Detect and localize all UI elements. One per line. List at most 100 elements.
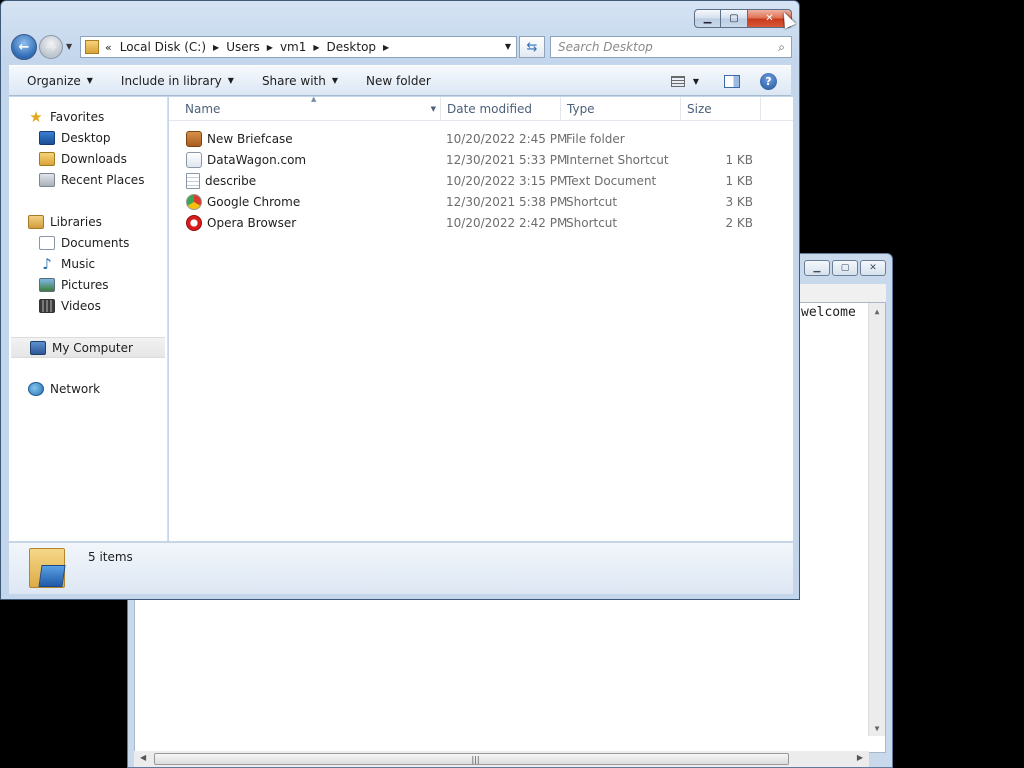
file-type-cell: Shortcut bbox=[566, 194, 618, 209]
vertical-scrollbar[interactable]: ▲ ▼ bbox=[868, 303, 885, 736]
view-options-dropdown-icon[interactable]: ▼ bbox=[693, 77, 699, 86]
libraries-icon bbox=[28, 214, 44, 229]
table-row[interactable]: New Briefcase 10/20/2022 2:45 PM File fo… bbox=[169, 128, 793, 149]
share-with-button[interactable]: Share with ▼ bbox=[252, 69, 348, 93]
pictures-icon bbox=[39, 277, 55, 292]
nav-item-network[interactable]: Network bbox=[9, 378, 167, 399]
command-bar: Organize ▼ Include in library ▼ Share with… bbox=[9, 65, 791, 96]
horizontal-scroll-thumb[interactable]: ||| bbox=[154, 753, 789, 765]
grip-icon: ||| bbox=[471, 755, 480, 764]
file-date-cell: 10/20/2022 3:15 PM bbox=[446, 173, 568, 188]
nav-item-favorites[interactable]: ★ Favorites bbox=[9, 106, 167, 127]
nav-item-pictures[interactable]: Pictures bbox=[9, 274, 167, 295]
column-filter-dropdown-icon[interactable]: ▼ bbox=[431, 105, 436, 113]
desktop: ▁ ▢ ✕ welcome ▲ ▼ ◀ ||| ▶ ▁ ▢ ✕ ← → ▼ « … bbox=[0, 0, 1024, 768]
search-icon[interactable]: ⌕ bbox=[778, 40, 785, 55]
file-rows: New Briefcase 10/20/2022 2:45 PM File fo… bbox=[169, 128, 793, 233]
nav-item-recent-places[interactable]: Recent Places bbox=[9, 169, 167, 190]
navigation-pane: ★ Favorites Desktop Downloads Recent Plac… bbox=[9, 97, 168, 541]
breadcrumb-overflow[interactable]: « bbox=[105, 41, 112, 54]
address-dropdown-icon[interactable]: ▼ bbox=[505, 42, 511, 51]
minimize-button[interactable]: ▁ bbox=[694, 9, 721, 28]
column-header-date[interactable]: Date modified bbox=[441, 97, 561, 121]
search-box[interactable]: ⌕ bbox=[550, 36, 792, 58]
videos-icon bbox=[39, 298, 55, 313]
file-name-cell[interactable]: DataWagon.com bbox=[186, 151, 306, 168]
toolbar-right: ▼ ? bbox=[670, 66, 791, 97]
breadcrumb-arrow-icon[interactable]: ▶ bbox=[313, 43, 319, 52]
breadcrumb-desktop[interactable]: Desktop ▶ bbox=[327, 40, 390, 54]
breadcrumb-vm1[interactable]: vm1 ▶ bbox=[280, 40, 320, 54]
nav-item-downloads[interactable]: Downloads bbox=[9, 148, 167, 169]
item-count: 5 items bbox=[88, 550, 133, 564]
refresh-button[interactable]: ⇆ bbox=[519, 36, 545, 58]
organize-button[interactable]: Organize ▼ bbox=[17, 69, 103, 93]
address-bar[interactable]: « Local Disk (C:) ▶ Users ▶ vm1 ▶ Desktop ▶ … bbox=[80, 36, 517, 58]
file-size-cell: 1 KB bbox=[725, 152, 753, 167]
maximize-button[interactable]: ▢ bbox=[721, 9, 748, 28]
background-maximize-button[interactable]: ▢ bbox=[832, 260, 858, 276]
text-document-icon bbox=[186, 172, 200, 189]
refresh-icon: ⇆ bbox=[526, 39, 538, 55]
back-button[interactable]: ← bbox=[11, 34, 37, 60]
table-row[interactable]: DataWagon.com 12/30/2021 5:33 PM Interne… bbox=[169, 149, 793, 170]
file-name-cell[interactable]: Opera Browser bbox=[186, 214, 296, 231]
table-row[interactable]: Google Chrome 12/30/2021 5:38 PM Shortcu… bbox=[169, 191, 793, 212]
new-folder-button[interactable]: New folder bbox=[356, 69, 441, 93]
file-date-cell: 12/30/2021 5:38 PM bbox=[446, 194, 568, 209]
breadcrumb-arrow-icon[interactable]: ▶ bbox=[383, 43, 389, 52]
nav-item-desktop[interactable]: Desktop bbox=[9, 127, 167, 148]
favorites-group: ★ Favorites Desktop Downloads Recent Plac… bbox=[9, 106, 167, 190]
nav-item-my-computer[interactable]: My Computer bbox=[11, 337, 165, 358]
file-name-cell[interactable]: describe bbox=[186, 172, 256, 189]
file-list[interactable]: ▲ Name ▼ Date modified Type Size New Brief… bbox=[169, 95, 793, 541]
background-text: welcome bbox=[801, 305, 856, 320]
explorer-window: ▁ ▢ ✕ ← → ▼ « Local Disk (C:) ▶ Users ▶ vm… bbox=[0, 0, 800, 600]
chevron-down-icon: ▼ bbox=[227, 76, 234, 85]
breadcrumb-arrow-icon[interactable]: ▶ bbox=[213, 43, 219, 52]
caption-buttons: ▁ ▢ ✕ bbox=[694, 9, 792, 28]
file-type-cell: Internet Shortcut bbox=[566, 152, 669, 167]
search-input[interactable] bbox=[558, 40, 758, 54]
breadcrumb-local-disk[interactable]: Local Disk (C:) ▶ bbox=[120, 40, 219, 54]
navigation-bar: ← → ▼ « Local Disk (C:) ▶ Users ▶ vm1 ▶ Des… bbox=[9, 34, 792, 60]
network-icon bbox=[28, 381, 44, 396]
table-row[interactable]: describe 10/20/2022 3:15 PM Text Documen… bbox=[169, 170, 793, 191]
desktop-folder-icon bbox=[29, 548, 65, 588]
internet-shortcut-icon bbox=[186, 151, 202, 168]
column-header-type[interactable]: Type bbox=[561, 97, 681, 121]
nav-item-videos[interactable]: Videos bbox=[9, 295, 167, 316]
desktop-icon bbox=[39, 130, 55, 145]
file-name-cell[interactable]: Google Chrome bbox=[186, 193, 300, 210]
column-header-name[interactable]: ▲ Name ▼ bbox=[179, 95, 441, 121]
file-date-cell: 10/20/2022 2:42 PM bbox=[446, 215, 568, 230]
documents-icon bbox=[39, 235, 55, 250]
background-minimize-button[interactable]: ▁ bbox=[804, 260, 830, 276]
scroll-up-icon[interactable]: ▲ bbox=[869, 303, 885, 319]
horizontal-scrollbar[interactable]: ◀ ||| ▶ bbox=[134, 751, 869, 767]
breadcrumb-users[interactable]: Users ▶ bbox=[226, 40, 273, 54]
opera-icon bbox=[186, 214, 202, 231]
nav-item-music[interactable]: ♪ Music bbox=[9, 253, 167, 274]
column-headers: ▲ Name ▼ Date modified Type Size bbox=[169, 95, 793, 121]
scroll-down-icon[interactable]: ▼ bbox=[869, 720, 885, 736]
breadcrumb-arrow-icon[interactable]: ▶ bbox=[267, 43, 273, 52]
table-row[interactable]: Opera Browser 10/20/2022 2:42 PM Shortcu… bbox=[169, 212, 793, 233]
nav-item-libraries[interactable]: Libraries bbox=[9, 211, 167, 232]
file-size-cell: 1 KB bbox=[725, 173, 753, 188]
background-window-caption-buttons: ▁ ▢ ✕ bbox=[804, 260, 886, 276]
nav-item-documents[interactable]: Documents bbox=[9, 232, 167, 253]
include-in-library-button[interactable]: Include in library ▼ bbox=[111, 69, 244, 93]
scroll-right-icon[interactable]: ▶ bbox=[857, 753, 863, 762]
help-icon[interactable]: ? bbox=[760, 73, 777, 90]
change-view-icon[interactable] bbox=[670, 76, 685, 87]
background-close-button[interactable]: ✕ bbox=[860, 260, 886, 276]
recent-pages-dropdown-icon[interactable]: ▼ bbox=[66, 42, 72, 51]
column-header-size[interactable]: Size bbox=[681, 97, 761, 121]
forward-button[interactable]: → bbox=[39, 35, 63, 59]
preview-pane-icon[interactable] bbox=[724, 75, 740, 88]
scroll-left-icon[interactable]: ◀ bbox=[140, 753, 146, 762]
file-name-cell[interactable]: New Briefcase bbox=[186, 130, 293, 147]
file-size-cell: 2 KB bbox=[725, 215, 753, 230]
briefcase-icon bbox=[186, 130, 202, 147]
